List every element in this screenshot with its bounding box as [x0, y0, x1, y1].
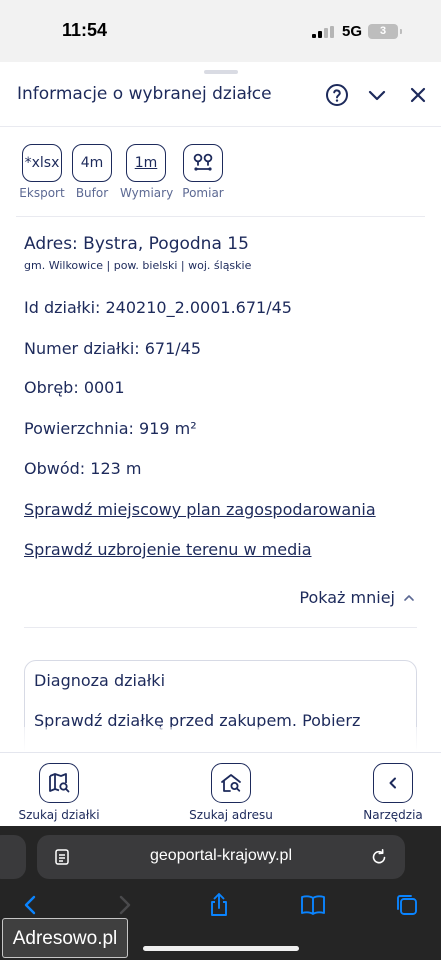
field-label: Obręb:: [24, 378, 84, 397]
chevron-down-icon: [368, 90, 386, 101]
book-icon: [301, 895, 325, 915]
scroll-fade: [0, 727, 441, 752]
divider: [0, 126, 441, 127]
forward-button[interactable]: [110, 890, 140, 920]
help-button[interactable]: [324, 82, 350, 108]
signal-icon: [312, 26, 334, 38]
close-icon: [410, 87, 426, 103]
chevron-up-icon: [404, 594, 414, 601]
field-value: 0001: [83, 378, 125, 397]
diagnosis-title: Diagnoza działki: [34, 671, 166, 690]
watermark: Adresowo.pl: [2, 918, 128, 958]
measure-tool[interactable]: Pomiar: [177, 144, 229, 200]
dimensions-icon: 1m: [126, 144, 166, 182]
battery-icon: 3: [368, 24, 402, 39]
field-perimeter: Obwód: 123 m: [24, 459, 141, 478]
home-search-glyph: [221, 774, 241, 792]
measure-icon: [183, 144, 223, 182]
buffer-icon: 4m: [72, 144, 112, 182]
map-search-glyph: [49, 773, 70, 793]
back-button[interactable]: [15, 890, 45, 920]
drag-handle[interactable]: [204, 70, 238, 74]
dimensions-label: Wymiary: [120, 186, 174, 200]
nav-tools[interactable]: Narzędzia: [359, 763, 427, 822]
status-time: 11:54: [62, 20, 108, 40]
map-search-icon: [39, 763, 79, 803]
bottom-nav: Szukaj działki Szukaj adresu Narzędzia: [0, 752, 441, 826]
export-label: Eksport: [19, 186, 65, 200]
field-area: Powierzchnia: 919 m²: [24, 419, 197, 438]
url-text: geoportal-krajowy.pl: [150, 847, 292, 864]
bookmarks-button[interactable]: [298, 890, 328, 920]
close-button[interactable]: [405, 82, 431, 108]
share-button[interactable]: [204, 890, 234, 920]
previous-tab[interactable]: [0, 835, 26, 879]
field-precinct: Obręb: 0001: [24, 378, 125, 397]
dimensions-tool[interactable]: 1m Wymiary: [120, 144, 174, 200]
tabs-icon: [397, 895, 417, 915]
nav-search-address[interactable]: Szukaj adresu: [185, 763, 277, 822]
tabs-button[interactable]: [392, 890, 422, 920]
home-indicator[interactable]: [143, 946, 299, 951]
show-less-button[interactable]: Pokaż mniej: [299, 588, 415, 607]
divider: [24, 627, 417, 628]
field-label: Numer działki:: [24, 339, 145, 358]
forward-arrow-icon: [119, 895, 131, 915]
chevron-left-glyph: [389, 777, 396, 789]
field-parcel-number: Numer działki: 671/45: [24, 339, 201, 358]
reload-icon[interactable]: [369, 847, 389, 867]
back-arrow-icon: [24, 895, 36, 915]
share-icon: [211, 893, 227, 916]
utilities-link[interactable]: Sprawdź uzbrojenie terenu w media: [24, 540, 312, 559]
measure-label: Pomiar: [182, 186, 224, 200]
field-label: Obwód:: [24, 459, 91, 478]
field-label: Id działki:: [24, 298, 106, 317]
nav-label: Szukaj działki: [18, 808, 100, 822]
nav-search-parcel[interactable]: Szukaj działki: [15, 763, 103, 822]
chevron-left-icon: [373, 763, 413, 803]
parcel-address: Adres: Bystra, Pogodna 15: [24, 234, 249, 254]
field-value: 671/45: [144, 339, 202, 358]
network-type: 5G: [342, 23, 363, 40]
status-bar: 11:54 5G 3: [0, 0, 441, 62]
field-value: 919 m²: [139, 419, 197, 438]
xlsx-icon: *xlsx: [22, 144, 62, 182]
nav-label: Szukaj adresu: [189, 808, 273, 822]
field-value: 123 m: [90, 459, 142, 478]
home-search-icon: [211, 763, 251, 803]
dimensions-icon-text: 1m: [134, 155, 158, 171]
help-icon: [326, 84, 348, 106]
field-value: 240210_2.0001.671/45: [105, 298, 292, 317]
show-less-label: Pokaż mniej: [299, 588, 395, 607]
collapse-button[interactable]: [364, 82, 390, 108]
buffer-label: Bufor: [75, 186, 109, 200]
parcel-location: gm. Wilkowice | pow. bielski | woj. śląs…: [24, 259, 252, 272]
nav-label: Narzędzia: [363, 808, 423, 822]
address-bar[interactable]: geoportal-krajowy.pl: [37, 835, 405, 879]
panel-title: Informacje o wybranej działce: [17, 84, 272, 104]
divider: [16, 216, 425, 217]
buffer-tool[interactable]: 4m Bufor: [66, 144, 118, 200]
field-label: Powierzchnia:: [24, 419, 140, 438]
field-parcel-id: Id działki: 240210_2.0001.671/45: [24, 298, 292, 317]
route-pins-icon: [193, 153, 213, 171]
zoning-plan-link[interactable]: Sprawdź miejscowy plan zagospodarowania: [24, 500, 376, 519]
parcel-info-panel: Informacje o wybranej działce *xlsx Eksp…: [0, 62, 441, 752]
export-tool[interactable]: *xlsx Eksport: [16, 144, 68, 200]
